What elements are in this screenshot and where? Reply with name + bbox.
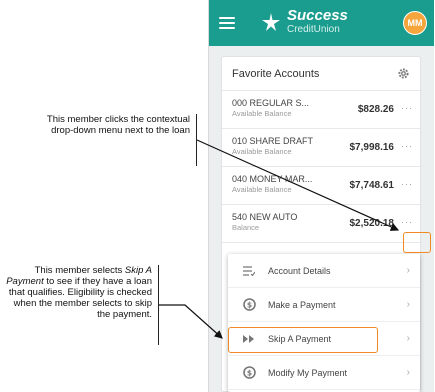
- dollar-icon: $: [242, 298, 256, 312]
- account-row[interactable]: 540 NEW AUTO Balance $2,520.18 ···: [222, 205, 420, 243]
- gear-icon[interactable]: [397, 67, 410, 80]
- annotation-contextual-menu: This member clicks the contextual drop-d…: [46, 114, 190, 136]
- app-header: Success CreditUnion MM: [209, 0, 434, 46]
- svg-text:$: $: [246, 368, 251, 377]
- card-title: Favorite Accounts: [232, 67, 320, 80]
- chevron-right-icon: ›: [406, 333, 410, 344]
- card-header: Favorite Accounts: [222, 57, 420, 91]
- star-logo-icon: [262, 12, 280, 31]
- menu-item-make-payment[interactable]: $ Make a Payment ›: [228, 288, 420, 322]
- brand-subtitle: CreditUnion: [287, 24, 340, 35]
- menu-item-account-details[interactable]: Account Details ›: [228, 254, 420, 288]
- more-options-icon[interactable]: ···: [399, 103, 415, 115]
- menu-item-label: Make a Payment: [268, 299, 336, 310]
- hamburger-menu-icon[interactable]: [219, 17, 235, 29]
- brand-name: Success: [287, 7, 348, 24]
- account-row[interactable]: 040 MONEY MAR... Available Balance $7,74…: [222, 167, 420, 205]
- annotation-bracket: [158, 265, 159, 345]
- account-balance: $828.26: [357, 104, 394, 115]
- list-icon: [242, 264, 256, 278]
- contextual-dropdown-menu: Account Details › $ Make a Payment › Ski…: [228, 254, 420, 392]
- svg-text:$: $: [246, 300, 251, 309]
- avatar[interactable]: MM: [403, 11, 427, 35]
- menu-item-label: Account Details: [268, 265, 331, 276]
- menu-item-label: Modify My Payment: [268, 367, 348, 378]
- brand-logo: Success CreditUnion: [259, 8, 348, 35]
- account-balance: $7,748.61: [349, 180, 395, 191]
- highlight-more-options: [403, 232, 431, 253]
- chevron-right-icon: ›: [406, 367, 410, 378]
- annotation-bracket: [196, 114, 197, 166]
- annotation-skip-payment: This member selects Skip A Payment to se…: [4, 265, 152, 320]
- chevron-right-icon: ›: [406, 265, 410, 276]
- account-row[interactable]: 010 SHARE DRAFT Available Balance $7,998…: [222, 129, 420, 167]
- more-options-icon[interactable]: ···: [399, 217, 415, 229]
- account-row[interactable]: 000 REGULAR S... Available Balance $828.…: [222, 91, 420, 129]
- more-options-icon[interactable]: ···: [399, 179, 415, 191]
- account-balance: $2,520.18: [349, 218, 395, 229]
- menu-item-modify-payment[interactable]: $ Modify My Payment ›: [228, 356, 420, 390]
- more-options-icon[interactable]: ···: [399, 141, 415, 153]
- annotation-text: This member selects: [34, 265, 125, 276]
- chevron-right-icon: ›: [406, 299, 410, 310]
- highlight-skip-payment: [228, 327, 378, 353]
- account-balance: $7,998.16: [349, 142, 395, 153]
- dollar-icon: $: [242, 366, 256, 380]
